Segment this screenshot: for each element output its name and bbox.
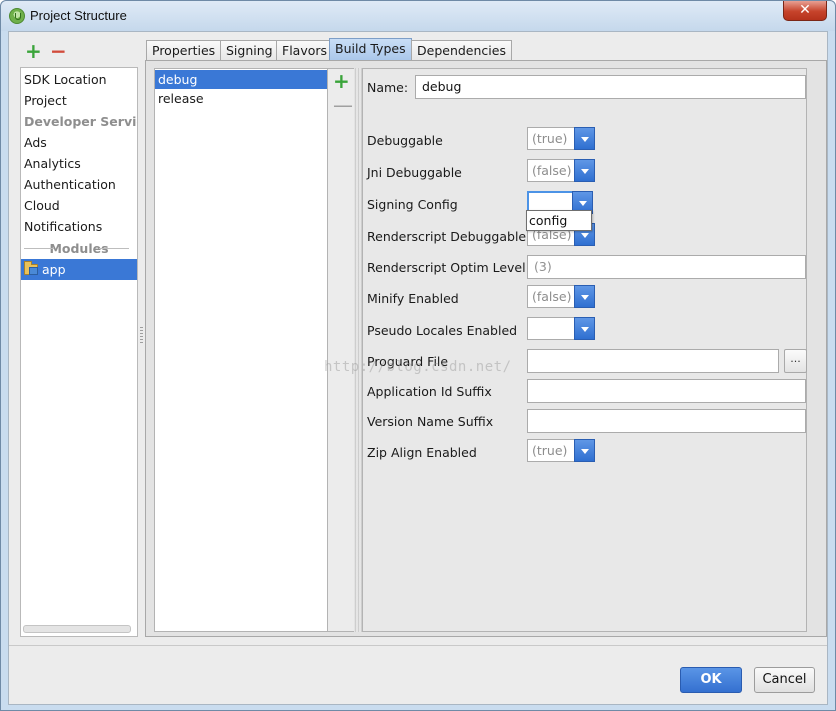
signing-config-label: Signing Config [367, 197, 458, 212]
structure-sidebar: SDK Location Project Developer Services … [20, 67, 138, 637]
name-field[interactable]: debug [415, 75, 806, 99]
minify-enabled-value: (false) [532, 289, 572, 304]
project-structure-window: Project Structure ✕ + − SDK Location Pro… [0, 0, 836, 711]
proguard-file-field[interactable] [527, 349, 779, 373]
minify-enabled-label: Minify Enabled [367, 291, 459, 306]
name-label: Name: [367, 80, 409, 95]
debuggable-value: (true) [532, 131, 568, 146]
pseudo-locales-label: Pseudo Locales Enabled [367, 323, 518, 338]
chevron-down-icon[interactable] [574, 317, 595, 340]
zip-align-value: (true) [532, 443, 568, 458]
build-types-list: debug release [154, 68, 328, 632]
debuggable-combo[interactable]: (true) [527, 127, 595, 150]
tab-flavors[interactable]: Flavors [276, 40, 334, 61]
build-types-panel: debug release + — Name: debug Debuggable… [145, 60, 827, 637]
debuggable-label: Debuggable [367, 133, 443, 148]
zip-align-combo[interactable]: (true) [527, 439, 595, 462]
application-id-suffix-label: Application Id Suffix [367, 384, 492, 399]
ok-button[interactable]: OK [680, 667, 742, 693]
remove-build-type-icon[interactable]: — [333, 95, 353, 115]
tab-dependencies[interactable]: Dependencies [411, 40, 512, 61]
renderscript-optim-field[interactable]: (3) [527, 255, 806, 279]
sidebar-splitter-grip[interactable] [140, 327, 143, 343]
sidebar-item-cloud[interactable]: Cloud [21, 195, 137, 216]
sidebar-section-developer-services: Developer Services [24, 114, 137, 129]
tab-signing[interactable]: Signing [220, 40, 279, 61]
version-name-suffix-label: Version Name Suffix [367, 414, 494, 429]
application-id-suffix-field[interactable] [527, 379, 806, 403]
jni-debuggable-combo[interactable]: (false) [527, 159, 595, 182]
tab-properties[interactable]: Properties [146, 40, 222, 61]
build-types-toolbar: + — [328, 68, 354, 632]
jni-debuggable-label: Jni Debuggable [367, 165, 462, 180]
chevron-down-icon[interactable] [574, 127, 595, 150]
list-splitter[interactable] [355, 68, 362, 632]
browse-button[interactable]: ... [784, 349, 807, 373]
renderscript-debuggable-label: Renderscript Debuggable [367, 229, 527, 244]
signing-config-dropdown-option[interactable]: config [526, 210, 592, 231]
zip-align-label: Zip Align Enabled [367, 445, 477, 460]
sidebar-item-notifications[interactable]: Notifications [21, 216, 137, 237]
window-title: Project Structure [30, 8, 127, 23]
remove-icon[interactable]: − [50, 41, 67, 61]
add-icon[interactable]: + [25, 41, 42, 61]
list-item-debug[interactable]: debug [155, 70, 327, 89]
android-studio-icon [9, 8, 25, 24]
renderscript-optim-label: Renderscript Optim Level [367, 260, 526, 275]
chevron-down-icon[interactable] [574, 285, 595, 308]
tab-build-types[interactable]: Build Types [329, 38, 412, 61]
sidebar-item-authentication[interactable]: Authentication [21, 174, 137, 195]
chevron-down-icon[interactable] [574, 439, 595, 462]
title-bar: Project Structure ✕ [1, 1, 835, 31]
proguard-file-label: Proguard File [367, 354, 449, 369]
module-folder-icon [24, 261, 38, 275]
sidebar-item-project[interactable]: Project [21, 90, 137, 111]
modules-separator: Modules [21, 238, 137, 259]
sidebar-item-ads[interactable]: Ads [21, 132, 137, 153]
version-name-suffix-field[interactable] [527, 409, 806, 433]
dialog-content: + − SDK Location Project Developer Servi… [8, 31, 828, 705]
sidebar-item-analytics[interactable]: Analytics [21, 153, 137, 174]
sidebar-horizontal-scrollbar[interactable] [23, 625, 131, 633]
minify-enabled-combo[interactable]: (false) [527, 285, 595, 308]
bottom-divider [9, 645, 827, 646]
sidebar-item-label: app [42, 262, 66, 277]
add-build-type-icon[interactable]: + [333, 71, 350, 91]
pseudo-locales-combo[interactable] [527, 317, 595, 340]
sidebar-item-app-module[interactable]: app [21, 259, 137, 280]
chevron-down-icon[interactable] [574, 159, 595, 182]
sidebar-item-sdk-location[interactable]: SDK Location [21, 69, 137, 90]
list-item-release[interactable]: release [155, 89, 327, 108]
build-type-properties-form: Name: debug Debuggable (true) Jni Debugg… [362, 68, 807, 632]
jni-debuggable-value: (false) [532, 163, 572, 178]
cancel-button[interactable]: Cancel [754, 667, 815, 693]
close-button[interactable]: ✕ [783, 1, 827, 21]
